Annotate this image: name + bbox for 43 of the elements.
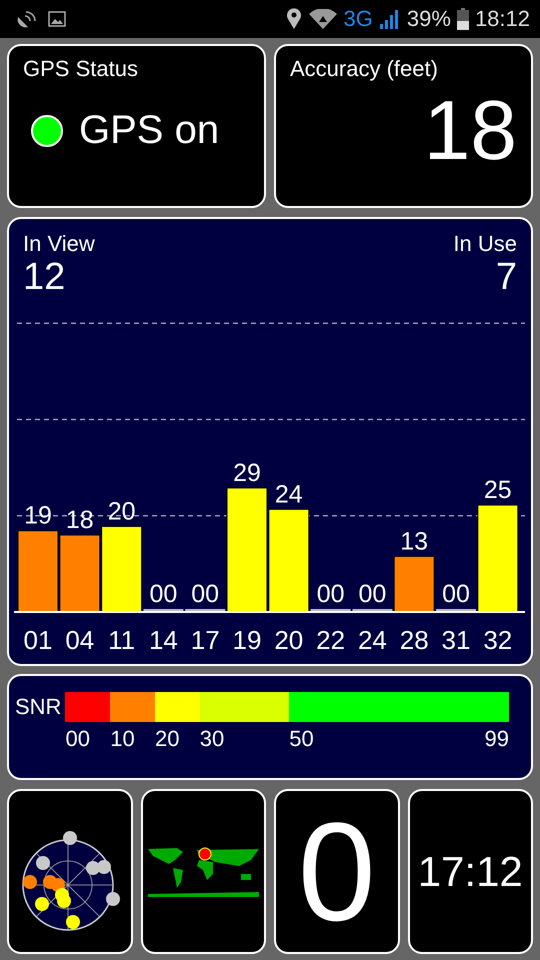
snr-tick-label: 30 xyxy=(200,726,224,752)
counter-value: 0 xyxy=(298,802,376,942)
satellite-id-label: 24 xyxy=(358,625,387,655)
bar-value-label: 13 xyxy=(400,527,428,556)
snr-label: SNR xyxy=(15,694,62,720)
bar-value-label: 18 xyxy=(66,506,94,534)
snr-tick-label: 99 xyxy=(484,726,509,752)
satellite-id-label: 31 xyxy=(442,625,470,655)
snr-tick-label: 10 xyxy=(110,726,135,752)
bar-value-label: 24 xyxy=(274,480,303,508)
bar-value-label: 00 xyxy=(316,580,344,608)
bar-value-label: 00 xyxy=(442,580,470,608)
status-time: 18:12 xyxy=(474,6,530,32)
satellite-id-label: 11 xyxy=(108,625,136,655)
snr-tick-label: 20 xyxy=(154,726,180,752)
clock-time: 17:12 xyxy=(418,848,523,896)
satellite-id-label: 17 xyxy=(190,625,220,655)
bar-value-label: 29 xyxy=(233,458,261,487)
satellite-id-label: 20 xyxy=(274,625,304,655)
satellite-id-label: 14 xyxy=(148,625,178,655)
bar-value-label: 25 xyxy=(484,476,512,504)
snr-tick-label: 00 xyxy=(65,726,90,752)
satellite-id-label: 32 xyxy=(483,625,512,655)
bar-value-label: 20 xyxy=(108,497,136,526)
bar-value-label: 00 xyxy=(191,580,220,608)
snr-tick-label: 50 xyxy=(289,726,314,752)
satellite-id-label: 28 xyxy=(400,625,429,655)
bar-value-label: 00 xyxy=(358,580,386,608)
bar-value-label: 00 xyxy=(150,580,178,608)
satellite-id-label: 22 xyxy=(316,625,346,655)
in-view-label: In View xyxy=(23,231,95,257)
gps-status-text: GPS on xyxy=(79,108,220,153)
network-type: 3G xyxy=(344,6,373,32)
satellite-id-label: 04 xyxy=(65,625,94,655)
card-title: Accuracy (feet) xyxy=(290,56,439,82)
battery-percent: 39% xyxy=(406,6,451,32)
card-title: GPS Status xyxy=(23,56,139,82)
accuracy-value: 18 xyxy=(424,88,517,172)
in-use-count: 7 xyxy=(496,257,517,299)
in-use-label: In Use xyxy=(453,231,517,257)
satellite-id-label: 01 xyxy=(24,625,52,655)
satellite-id-label: 19 xyxy=(232,625,262,655)
in-view-count: 12 xyxy=(23,257,66,299)
